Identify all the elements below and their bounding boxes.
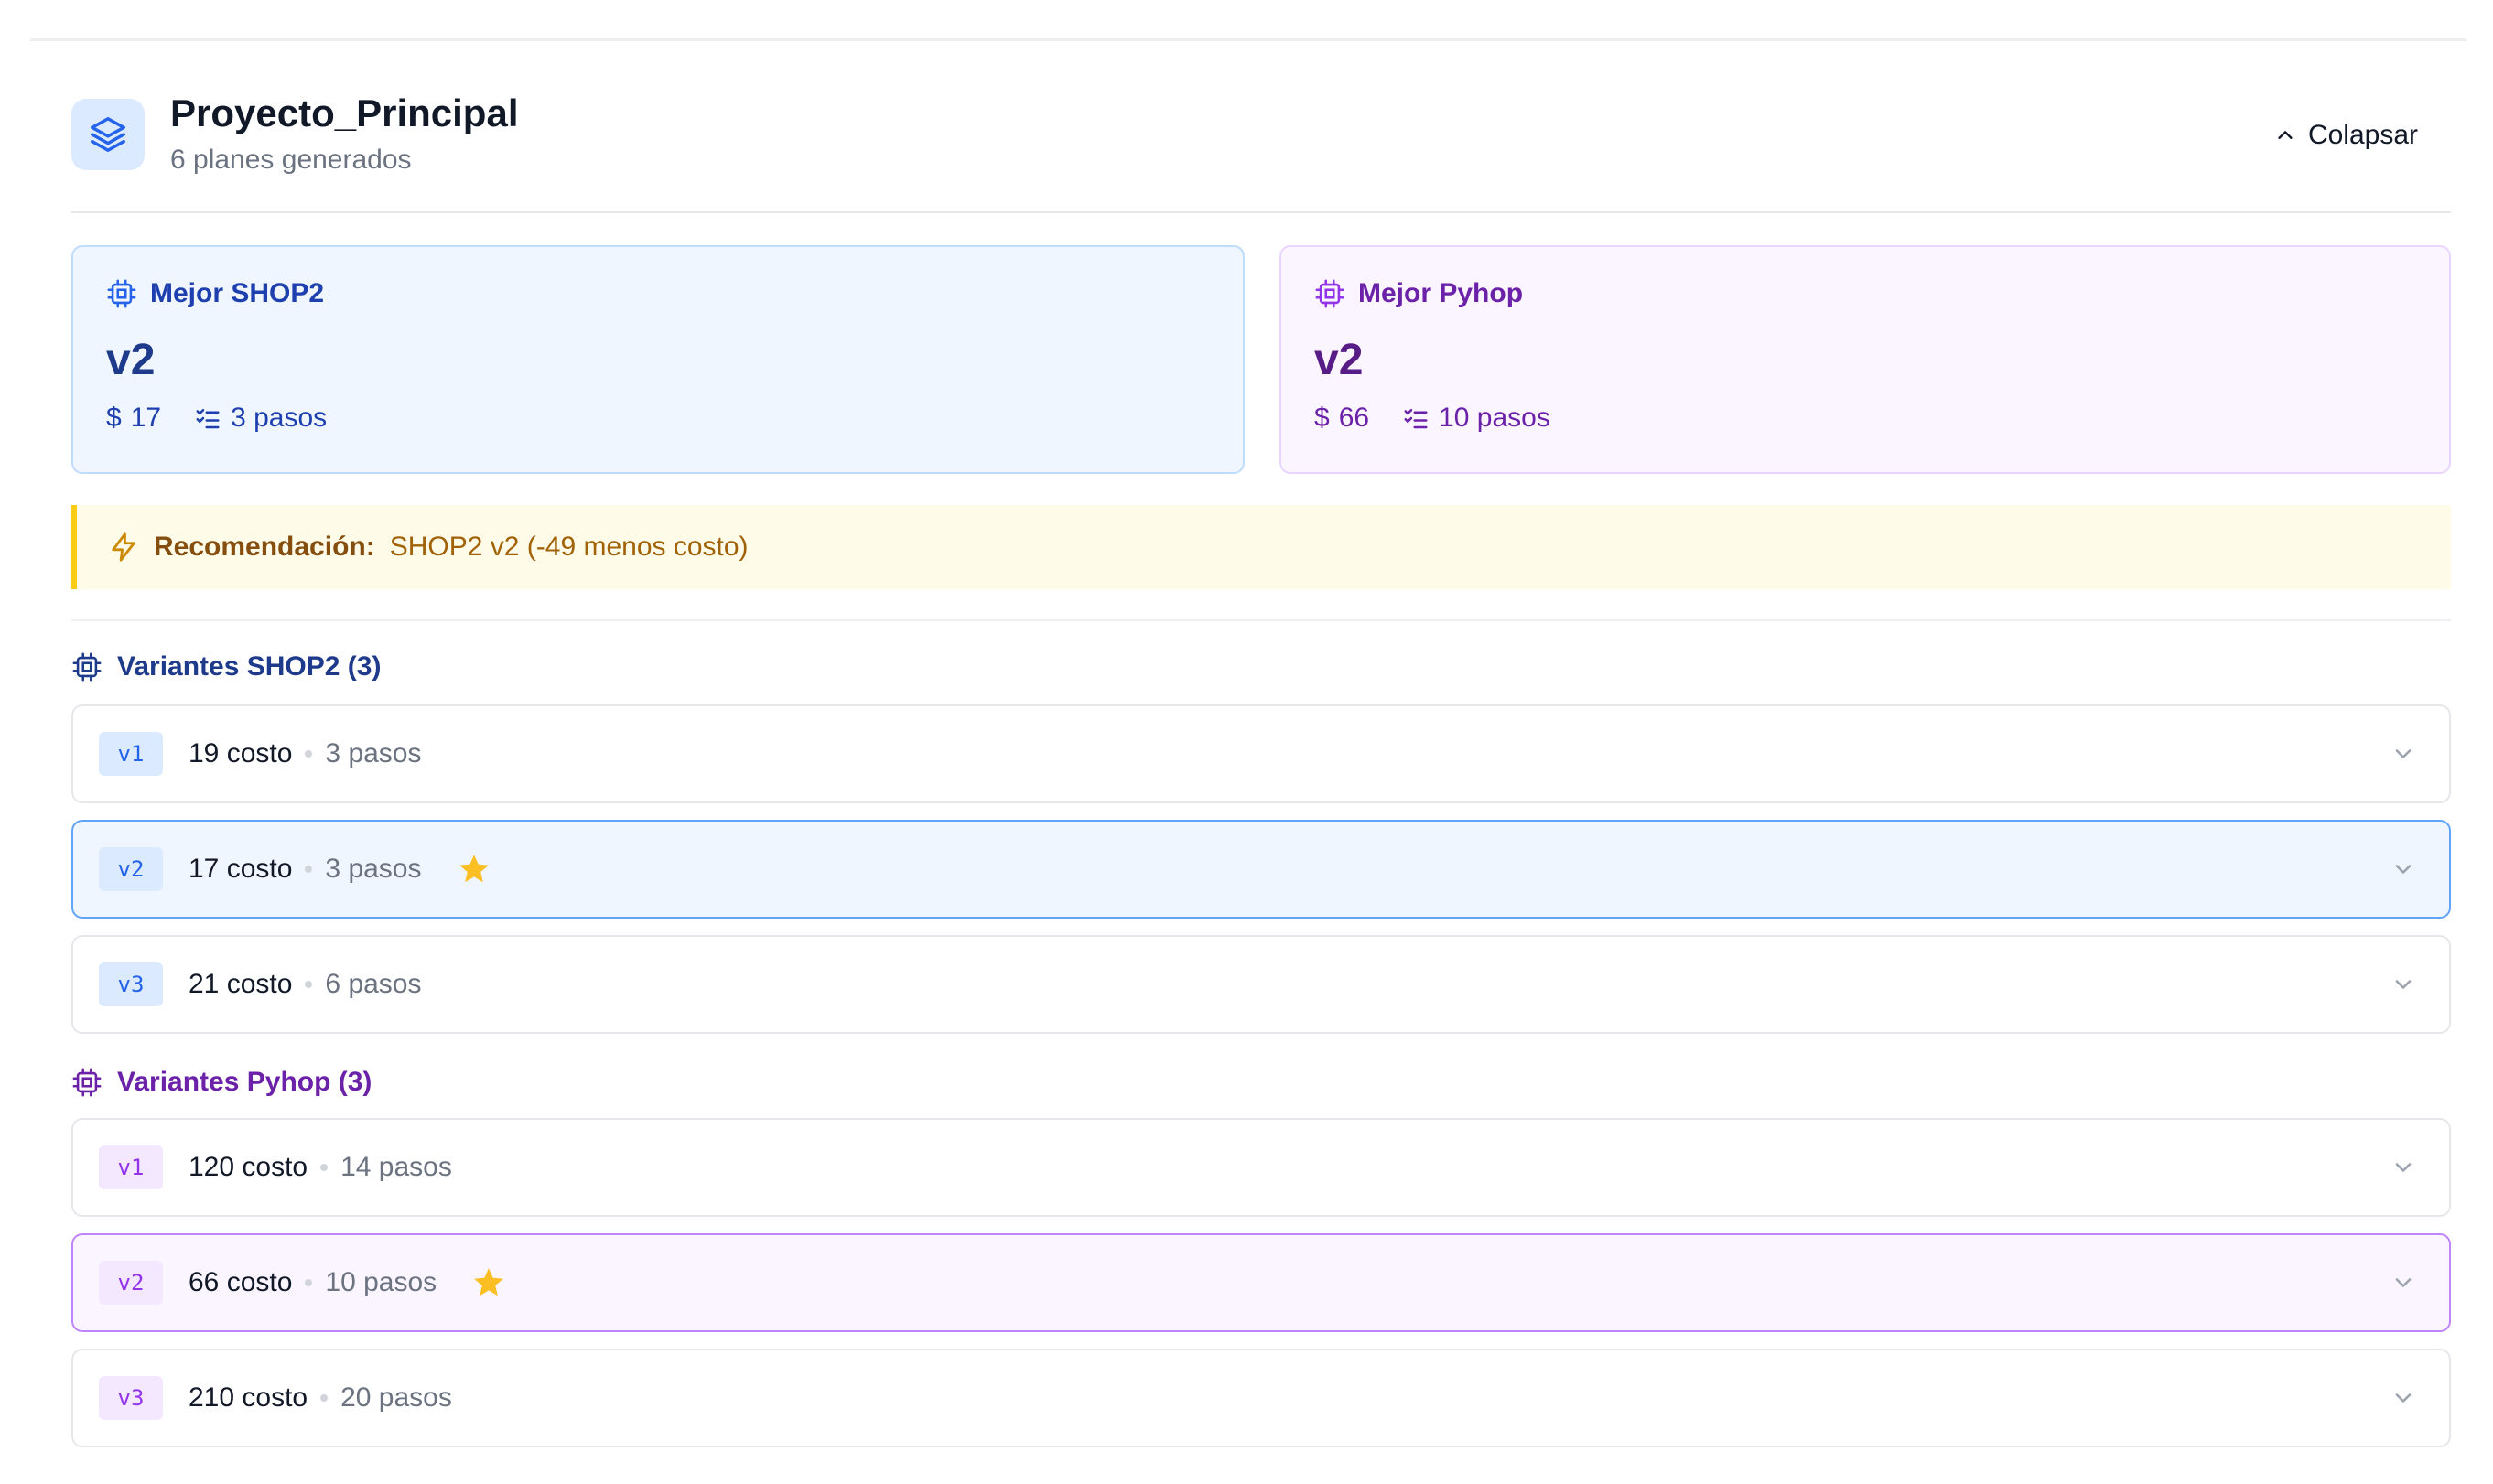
- variant-steps: 14 pasos: [340, 1152, 452, 1182]
- variant-steps: 3 pasos: [325, 854, 422, 884]
- project-header: Proyecto_Principal 6 planes generados Co…: [71, 88, 2451, 179]
- version-badge: v1: [99, 1145, 163, 1189]
- cpu-chip-icon: [72, 652, 102, 682]
- variant-cost: 21 costo: [189, 969, 293, 999]
- version-badge: v3: [99, 1376, 163, 1420]
- chevron-up-icon: [2278, 131, 2293, 139]
- best-pyhop-steps-value: 10 pasos: [1439, 403, 1550, 433]
- best-pyhop-steps: 10 pasos: [1402, 403, 1550, 434]
- pyhop-variant-v1[interactable]: v1 120 costo 14 pasos: [71, 1118, 2451, 1217]
- variant-cost: 17 costo: [189, 854, 293, 884]
- shop2-variant-v3[interactable]: v3 21 costo 6 pasos: [71, 935, 2451, 1034]
- variant-cost: 120 costo: [189, 1152, 308, 1182]
- best-shop2-version: v2: [106, 336, 156, 384]
- chevron-down-icon[interactable]: [2390, 972, 2416, 997]
- shop2-variant-v1[interactable]: v1 19 costo 3 pasos: [71, 704, 2451, 803]
- variant-steps: 6 pasos: [325, 969, 422, 999]
- collapse-button[interactable]: Colapsar: [2275, 113, 2418, 157]
- shop2-variant-v2[interactable]: v2 17 costo 3 pasos: [71, 820, 2451, 919]
- collapse-label: Colapsar: [2307, 120, 2418, 150]
- best-pyhop-cost: $ 66: [1314, 403, 1369, 434]
- dollar-icon: $: [1314, 403, 1330, 433]
- variant-steps: 20 pasos: [340, 1382, 452, 1413]
- list-checks-icon: [1404, 409, 1428, 429]
- version-badge: v1: [99, 732, 163, 776]
- separator-dot: [305, 1279, 313, 1286]
- version-badge: v3: [99, 962, 163, 1006]
- separator-dot: [305, 866, 313, 873]
- pyhop-variants-heading: Variantes Pyhop (3): [71, 1067, 372, 1098]
- version-badge: v2: [99, 1261, 163, 1305]
- star-icon: [457, 852, 491, 887]
- chevron-down-icon[interactable]: [2390, 1270, 2416, 1296]
- shop2-variants-title: Variantes SHOP2 (3): [117, 651, 382, 682]
- separator-dot: [305, 750, 313, 758]
- header-divider: [71, 211, 2451, 213]
- variant-cost: 210 costo: [189, 1382, 308, 1413]
- lightning-icon: [112, 532, 135, 562]
- best-shop2-steps-value: 3 pasos: [231, 403, 328, 433]
- best-pyhop-cost-value: 66: [1338, 403, 1370, 433]
- best-pyhop-card: Mejor Pyhop v2 $ 66 10 pasos: [1279, 245, 2451, 474]
- best-shop2-card: Mejor SHOP2 v2 $ 17 3 pasos: [71, 245, 1245, 474]
- cpu-chip-icon: [1315, 279, 1344, 308]
- top-divider: [30, 38, 2466, 41]
- best-shop2-title: Mejor SHOP2: [150, 278, 325, 308]
- star-icon: [471, 1265, 506, 1300]
- project-subtitle: 6 planes generados: [170, 145, 412, 175]
- variant-steps: 10 pasos: [325, 1267, 437, 1297]
- recommendation-banner: Recomendación: SHOP2 v2 (-49 menos costo…: [71, 505, 2451, 589]
- shop2-variants-heading: Variantes SHOP2 (3): [71, 651, 381, 683]
- pyhop-variant-v3[interactable]: v3 210 costo 20 pasos: [71, 1349, 2451, 1447]
- pyhop-variant-v2[interactable]: v2 66 costo 10 pasos: [71, 1233, 2451, 1332]
- list-checks-icon: [196, 409, 220, 429]
- project-title: Proyecto_Principal: [170, 91, 519, 134]
- separator-dot: [305, 981, 313, 988]
- variant-steps: 3 pasos: [325, 738, 422, 769]
- best-pyhop-version: v2: [1314, 336, 1364, 384]
- recommendation-label: Recomendación:: [154, 532, 375, 562]
- variant-cost: 66 costo: [189, 1267, 293, 1297]
- best-shop2-steps: 3 pasos: [194, 403, 327, 434]
- version-badge: v2: [99, 847, 163, 891]
- section-divider: [71, 619, 2451, 621]
- best-shop2-cost: $ 17: [106, 403, 161, 434]
- chevron-down-icon[interactable]: [2390, 741, 2416, 767]
- layers-icon: [71, 99, 145, 170]
- dollar-icon: $: [106, 403, 122, 433]
- recommendation-value: SHOP2 v2 (-49 menos costo): [389, 532, 749, 562]
- pyhop-variants-title: Variantes Pyhop (3): [117, 1067, 372, 1097]
- chevron-down-icon[interactable]: [2390, 1385, 2416, 1411]
- cpu-chip-icon: [72, 1068, 102, 1097]
- chevron-down-icon[interactable]: [2390, 1155, 2416, 1180]
- variant-cost: 19 costo: [189, 738, 293, 769]
- chevron-down-icon[interactable]: [2390, 856, 2416, 882]
- separator-dot: [320, 1394, 329, 1402]
- best-pyhop-title: Mejor Pyhop: [1358, 278, 1524, 308]
- separator-dot: [320, 1164, 329, 1171]
- cpu-chip-icon: [107, 279, 136, 308]
- best-shop2-cost-value: 17: [130, 403, 162, 433]
